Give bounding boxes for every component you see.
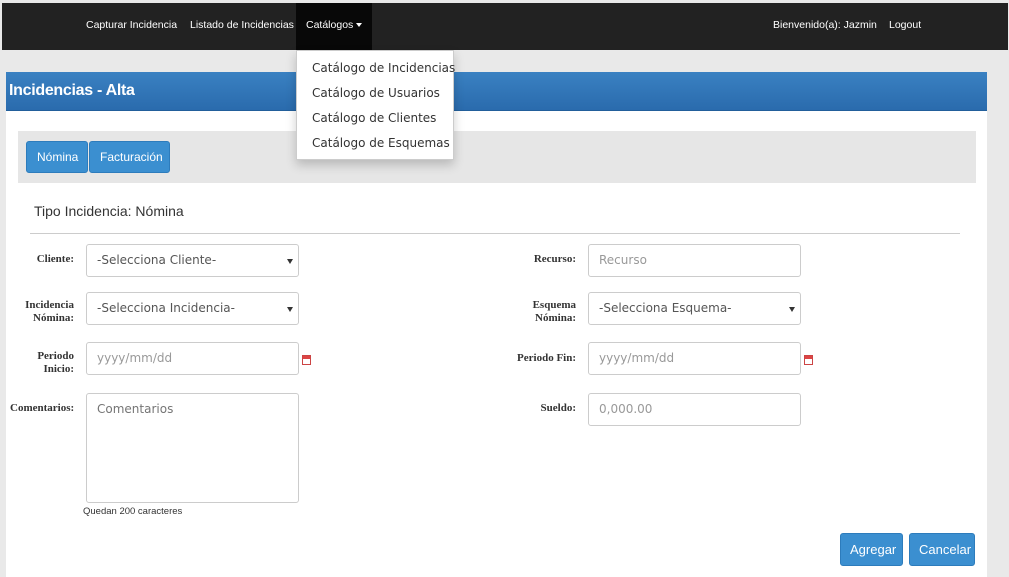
incidencias-panel: Incidencias - Alta Nómina Facturación Ti… bbox=[6, 72, 987, 577]
periodo-inicio-input[interactable]: yyyy/mm/dd bbox=[86, 342, 299, 375]
section-title: Tipo Incidencia: Nómina bbox=[34, 203, 184, 219]
dropdown-item-catalogo-clientes[interactable]: Catálogo de Clientes bbox=[297, 106, 453, 131]
agregar-button[interactable]: Agregar bbox=[840, 533, 903, 566]
recurso-label: Recurso: bbox=[533, 253, 576, 265]
welcome-text: Bienvenido(a): Jazmin bbox=[773, 19, 877, 31]
cliente-select[interactable]: -Selecciona Cliente- bbox=[86, 244, 299, 277]
logout-link[interactable]: Logout bbox=[889, 3, 921, 50]
calendar-icon[interactable] bbox=[804, 355, 813, 365]
periodo-fin-input[interactable]: yyyy/mm/dd bbox=[588, 342, 801, 375]
panel-title: Incidencias - Alta bbox=[9, 82, 135, 99]
dropdown-item-catalogo-incidencias[interactable]: Catálogo de Incidencias bbox=[297, 56, 455, 81]
nav-listado-incidencias[interactable]: Listado de Incidencias bbox=[190, 3, 294, 50]
catalogos-dropdown-menu: Catálogo de Incidencias Catálogo de Usua… bbox=[296, 50, 455, 160]
periodo-inicio-label-line1: Periodo bbox=[37, 350, 74, 362]
calendar-icon[interactable] bbox=[302, 355, 311, 365]
sueldo-label: Sueldo: bbox=[540, 402, 576, 414]
recurso-input[interactable]: Recurso bbox=[588, 244, 801, 277]
esquema-label-line2: Nómina: bbox=[535, 312, 576, 324]
dropdown-item-catalogo-usuarios[interactable]: Catálogo de Usuarios bbox=[297, 81, 453, 106]
esquema-label-line1: Esquema bbox=[532, 299, 576, 311]
periodo-fin-label: Periodo Fin: bbox=[517, 352, 576, 364]
nav-catalogos[interactable]: Catálogos bbox=[296, 3, 373, 50]
dropdown-item-catalogo-esquemas[interactable]: Catálogo de Esquemas bbox=[297, 131, 453, 156]
comentarios-label: Comentarios: bbox=[10, 402, 75, 414]
caret-down-icon bbox=[356, 23, 363, 28]
incidencia-label-line2: Nómina: bbox=[33, 312, 74, 324]
nav-capturar-incidencia[interactable]: Capturar Incidencia bbox=[86, 3, 177, 50]
cancelar-button[interactable]: Cancelar bbox=[909, 533, 975, 566]
periodo-inicio-label: Periodo Inicio: bbox=[26, 350, 74, 376]
periodo-inicio-label-line2: Inicio: bbox=[43, 363, 74, 375]
top-navbar: Capturar Incidencia Listado de Incidenci… bbox=[2, 3, 1008, 50]
esquema-select[interactable]: -Selecciona Esquema- bbox=[588, 292, 801, 325]
remaining-chars-text: Quedan 200 caracteres bbox=[83, 506, 183, 517]
incidencia-label-line1: Incidencia bbox=[25, 299, 74, 311]
incidencia-select[interactable]: -Selecciona Incidencia- bbox=[86, 292, 299, 325]
tab-facturacion[interactable]: Facturación bbox=[89, 141, 170, 173]
cliente-label: Cliente: bbox=[36, 253, 74, 265]
incidencia-label: Incidencia Nómina: bbox=[16, 299, 74, 325]
panel-header: Incidencias - Alta bbox=[6, 72, 987, 111]
nav-catalogos-label: Catálogos bbox=[306, 19, 354, 31]
esquema-label: Esquema Nómina: bbox=[516, 299, 576, 325]
section-divider bbox=[30, 233, 960, 234]
comentarios-textarea[interactable] bbox=[86, 393, 299, 503]
tab-nomina[interactable]: Nómina bbox=[26, 141, 88, 173]
sueldo-input[interactable]: 0,000.00 bbox=[588, 393, 801, 426]
tab-bar: Nómina Facturación bbox=[18, 131, 976, 183]
